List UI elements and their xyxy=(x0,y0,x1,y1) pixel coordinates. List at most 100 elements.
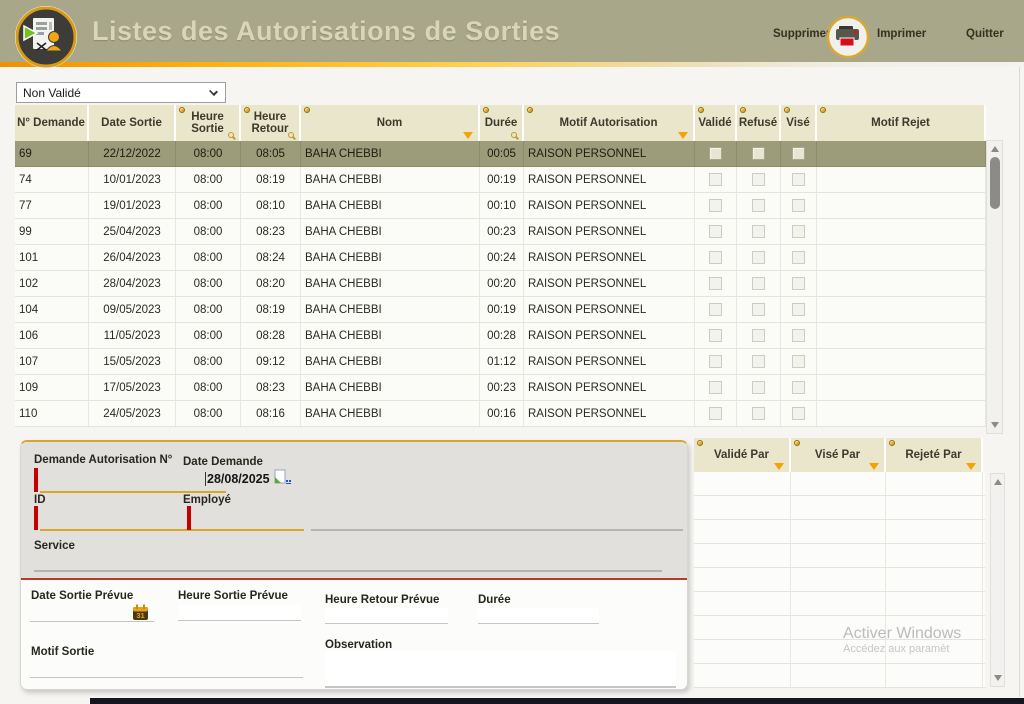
table-row[interactable]: 9925/04/202308:0008:23BAHA CHEBBI00:23RA… xyxy=(15,219,986,245)
motif-sortie-field[interactable] xyxy=(30,662,303,678)
heure-retour-prevue-field[interactable] xyxy=(325,608,448,624)
checkbox-valid[interactable] xyxy=(709,199,722,212)
checkbox-vis[interactable] xyxy=(792,199,805,212)
column-header-date-sortie[interactable]: Date Sortie xyxy=(89,105,176,141)
scroll-up-icon[interactable] xyxy=(987,143,1002,155)
column-header-refus[interactable]: Refusé xyxy=(737,105,781,141)
main-table-scrollbar[interactable] xyxy=(986,140,1003,434)
checkbox-refus[interactable] xyxy=(752,277,765,290)
checkbox-valid[interactable] xyxy=(709,147,722,160)
checkbox-vis[interactable] xyxy=(792,381,805,394)
checkbox-vis[interactable] xyxy=(792,225,805,238)
checkbox-refus[interactable] xyxy=(752,173,765,186)
checkbox-vis[interactable] xyxy=(792,173,805,186)
filter-funnel-icon[interactable] xyxy=(678,132,688,139)
column-header-valid[interactable]: Validé xyxy=(695,105,737,141)
column-header-rejet-par[interactable]: Rejeté Par xyxy=(886,438,983,472)
table-row[interactable]: 7410/01/202308:0008:19BAHA CHEBBI00:19RA… xyxy=(15,167,986,193)
cell-valid xyxy=(695,219,737,244)
column-header-heure-retour[interactable]: Heure Retour xyxy=(241,105,301,141)
checkbox-refus[interactable] xyxy=(752,199,765,212)
cell-n-demande: 99 xyxy=(15,219,89,244)
table-row[interactable]: 10611/05/202308:0008:28BAHA CHEBBI00:28R… xyxy=(15,323,986,349)
checkbox-vis[interactable] xyxy=(792,147,805,160)
scrollbar-thumb[interactable] xyxy=(990,157,1000,209)
magnifier-icon[interactable] xyxy=(228,132,234,138)
table-row[interactable]: 6922/12/202208:0008:05BAHA CHEBBI00:05RA… xyxy=(15,141,986,167)
table-row[interactable]: 10715/05/202308:0009:12BAHA CHEBBI01:12R… xyxy=(15,349,986,375)
checkbox-valid[interactable] xyxy=(709,355,722,368)
table-row[interactable]: 10228/04/202308:0008:20BAHA CHEBBI00:20R… xyxy=(15,271,986,297)
checkbox-refus[interactable] xyxy=(752,407,765,420)
duree-field[interactable] xyxy=(478,608,599,624)
cell-vis-par xyxy=(791,520,886,543)
checkbox-valid[interactable] xyxy=(709,173,722,186)
checkbox-refus[interactable] xyxy=(752,147,765,160)
checkbox-valid[interactable] xyxy=(709,251,722,264)
checkbox-valid[interactable] xyxy=(709,381,722,394)
column-header-label: Rejeté Par xyxy=(905,449,961,461)
checkbox-valid[interactable] xyxy=(709,329,722,342)
column-header-motif-autorisation[interactable]: Motif Autorisation xyxy=(524,105,695,141)
filter-funnel-icon[interactable] xyxy=(463,132,473,139)
checkbox-valid[interactable] xyxy=(709,407,722,420)
employe-field[interactable] xyxy=(193,529,304,531)
printer-icon[interactable] xyxy=(826,15,870,59)
checkbox-refus[interactable] xyxy=(752,303,765,316)
checkbox-refus[interactable] xyxy=(752,225,765,238)
column-header-motif-rejet[interactable]: Motif Rejet xyxy=(817,105,986,141)
cell-motif-rejet xyxy=(817,245,986,270)
filter-funnel-icon[interactable] xyxy=(774,463,784,470)
scroll-down-icon[interactable] xyxy=(991,672,1004,684)
scroll-up-icon[interactable] xyxy=(991,476,1004,488)
checkbox-refus[interactable] xyxy=(752,381,765,394)
scroll-down-icon[interactable] xyxy=(987,419,1002,431)
quitter-button[interactable]: Quitter xyxy=(966,28,1004,40)
imprimer-button[interactable]: Imprimer xyxy=(877,28,926,40)
checkbox-vis[interactable] xyxy=(792,303,805,316)
cell-heure-retour: 08:10 xyxy=(241,193,301,218)
column-header-nom[interactable]: Nom xyxy=(301,105,480,141)
column-header-vis[interactable]: Visé xyxy=(781,105,817,141)
right-table-scrollbar[interactable] xyxy=(990,473,1005,687)
checkbox-vis[interactable] xyxy=(792,407,805,420)
cell-rejet-par xyxy=(886,544,983,567)
column-header-vis-par[interactable]: Visé Par xyxy=(791,438,886,472)
signatures-table: Validé ParVisé Par Rejeté Par xyxy=(694,438,985,688)
checkbox-valid[interactable] xyxy=(709,277,722,290)
checkbox-vis[interactable] xyxy=(792,277,805,290)
observation-field[interactable] xyxy=(325,651,676,688)
magnifier-icon[interactable] xyxy=(288,132,294,138)
table-row[interactable]: 10126/04/202308:0008:24BAHA CHEBBI00:24R… xyxy=(15,245,986,271)
demande-num-field[interactable] xyxy=(40,491,226,493)
heure-sortie-prevue-field[interactable] xyxy=(178,605,301,621)
checkbox-refus[interactable] xyxy=(752,355,765,368)
column-header-heure-sortie[interactable]: Heure Sortie xyxy=(176,105,241,141)
column-header-valid-par[interactable]: Validé Par xyxy=(694,438,791,472)
supprimer-button[interactable]: Supprimer xyxy=(773,28,831,40)
table-row[interactable]: 11024/05/202308:0008:16BAHA CHEBBI00:16R… xyxy=(15,401,986,427)
employe-name-field[interactable] xyxy=(311,529,683,531)
table-row[interactable]: 10917/05/202308:0008:23BAHA CHEBBI00:23R… xyxy=(15,375,986,401)
service-field[interactable] xyxy=(34,570,662,572)
filter-funnel-icon[interactable] xyxy=(869,463,879,470)
date-demande-field[interactable]: 28/08/2025 xyxy=(205,472,270,486)
table-row[interactable]: 10409/05/202308:0008:19BAHA CHEBBI00:19R… xyxy=(15,297,986,323)
status-filter-select[interactable]: Non Validé xyxy=(16,82,226,103)
cell-heure-retour: 08:28 xyxy=(241,323,301,348)
checkbox-vis[interactable] xyxy=(792,251,805,264)
cell-date-sortie: 26/04/2023 xyxy=(89,245,176,270)
checkbox-valid[interactable] xyxy=(709,303,722,316)
date-picker-icon[interactable] xyxy=(273,469,293,487)
column-header-n-demande[interactable]: N° Demande xyxy=(15,105,89,141)
calendar-icon[interactable]: 31 xyxy=(132,604,149,621)
checkbox-refus[interactable] xyxy=(752,251,765,264)
checkbox-valid[interactable] xyxy=(709,225,722,238)
magnifier-icon[interactable] xyxy=(511,132,517,138)
checkbox-vis[interactable] xyxy=(792,355,805,368)
table-row[interactable]: 7719/01/202308:0008:10BAHA CHEBBI00:10RA… xyxy=(15,193,986,219)
checkbox-vis[interactable] xyxy=(792,329,805,342)
filter-funnel-icon[interactable] xyxy=(966,463,976,470)
checkbox-refus[interactable] xyxy=(752,329,765,342)
column-header-dur-e[interactable]: Durée xyxy=(480,105,524,141)
